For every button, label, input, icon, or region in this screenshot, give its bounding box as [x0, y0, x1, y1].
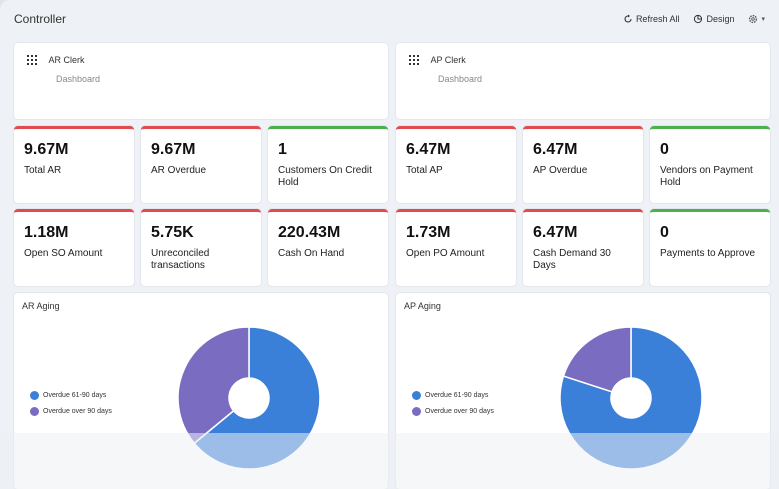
kpi-value: 0	[660, 224, 669, 241]
refresh-icon	[624, 14, 632, 23]
legend-item[interactable]: Overdue over 90 days	[30, 407, 112, 416]
kpi-card-open-so-amount[interactable]: 1.18M Open SO Amount	[14, 209, 134, 286]
kpi-card-customers-on-credit-hold[interactable]: 1 Customers On Credit Hold	[268, 126, 388, 203]
user-card-ar-clerk[interactable]: AR Clerk Dashboard	[14, 43, 388, 119]
grid-icon	[409, 54, 419, 65]
kpi-value: 6.47M	[533, 224, 578, 241]
kpi-card-cash-on-hand[interactable]: 220.43M Cash On Hand	[268, 209, 388, 286]
chevron-down-icon: ▾	[761, 16, 765, 23]
user-card-name: AR Clerk	[48, 54, 85, 65]
dashboard-header: Controller Refresh All Design ▾	[0, 0, 779, 38]
legend-label: Overdue over 90 days	[425, 408, 494, 415]
kpi-card-payments-to-approve[interactable]: 0 Payments to Approve	[650, 209, 770, 286]
kpi-card-ar-overdue[interactable]: 9.67M AR Overdue	[141, 126, 261, 203]
legend-swatch	[30, 407, 39, 416]
kpi-card-cash-demand-30-days[interactable]: 6.47M Cash Demand 30 Days	[523, 209, 643, 286]
dashboard-window: Controller Refresh All Design ▾ AR Clerk…	[0, 0, 779, 489]
kpi-label: Cash On Hand	[278, 248, 345, 259]
kpi-card-unreconciled-transactions[interactable]: 5.75K Unreconciled transactions	[141, 209, 261, 286]
legend-swatch	[412, 391, 421, 400]
kpi-label: Payments to Approve	[660, 248, 756, 259]
chart-legend: Overdue 61-90 days Overdue over 90 days	[412, 391, 494, 423]
design-icon	[694, 14, 703, 24]
kpi-label: Open SO Amount	[24, 248, 103, 259]
kpi-label: Total AP	[406, 165, 443, 176]
kpi-card-vendors-on-payment-hold[interactable]: 0 Vendors on Payment Hold	[650, 126, 770, 203]
kpi-label: Cash Demand 30 Days	[533, 248, 611, 271]
kpi-value: 5.75K	[151, 224, 194, 241]
kpi-label: Unreconciled transactions	[151, 248, 210, 271]
design-label: Design	[706, 14, 735, 24]
kpi-label: Open PO Amount	[406, 248, 485, 259]
kpi-value: 220.43M	[278, 224, 341, 241]
bottom-fade-overlay	[0, 433, 779, 489]
design-button[interactable]: Design	[693, 14, 734, 24]
legend-item[interactable]: Overdue 61-90 days	[30, 391, 112, 400]
header-actions: Refresh All Design ▾	[623, 14, 765, 24]
legend-swatch	[412, 407, 421, 416]
user-card-subtitle: Dashboard	[438, 74, 483, 84]
refresh-all-label: Refresh All	[635, 14, 680, 24]
legend-item[interactable]: Overdue over 90 days	[412, 407, 494, 416]
kpi-value: 9.67M	[151, 141, 196, 158]
kpi-value: 9.67M	[24, 141, 69, 158]
kpi-label: Customers On Credit Hold	[278, 165, 372, 188]
page-title: Controller	[14, 12, 67, 26]
kpi-card-total-ap[interactable]: 6.47M Total AP	[396, 126, 516, 203]
legend-label: Overdue 61-90 days	[425, 392, 489, 399]
legend-item[interactable]: Overdue 61-90 days	[412, 391, 494, 400]
chart-title: AR Aging	[22, 301, 60, 311]
kpi-value: 6.47M	[533, 141, 578, 158]
chart-legend: Overdue 61-90 days Overdue over 90 days	[30, 391, 112, 423]
kpi-card-open-po-amount[interactable]: 1.73M Open PO Amount	[396, 209, 516, 286]
kpi-label: AR Overdue	[151, 165, 207, 176]
kpi-label: AP Overdue	[533, 165, 588, 176]
legend-swatch	[30, 391, 39, 400]
kpi-value: 6.47M	[406, 141, 451, 158]
user-card-subtitle: Dashboard	[56, 74, 101, 84]
settings-icon	[749, 14, 758, 24]
kpi-value: 0	[660, 141, 669, 158]
kpi-value: 1.18M	[24, 224, 69, 241]
kpi-label: Total AR	[24, 165, 62, 176]
legend-label: Overdue 61-90 days	[43, 392, 107, 399]
chart-title: AP Aging	[404, 301, 441, 311]
user-card-ap-clerk[interactable]: AP Clerk Dashboard	[396, 43, 770, 119]
kpi-card-total-ar[interactable]: 9.67M Total AR	[14, 126, 134, 203]
settings-menu-button[interactable]: ▾	[748, 14, 765, 24]
kpi-value: 1.73M	[406, 224, 451, 241]
kpi-card-ap-overdue[interactable]: 6.47M AP Overdue	[523, 126, 643, 203]
user-card-name: AP Clerk	[430, 54, 466, 65]
legend-label: Overdue over 90 days	[43, 408, 112, 415]
kpi-label: Vendors on Payment Hold	[660, 165, 753, 188]
refresh-all-button[interactable]: Refresh All	[623, 14, 680, 24]
grid-icon	[27, 54, 37, 65]
kpi-value: 1	[278, 141, 287, 158]
